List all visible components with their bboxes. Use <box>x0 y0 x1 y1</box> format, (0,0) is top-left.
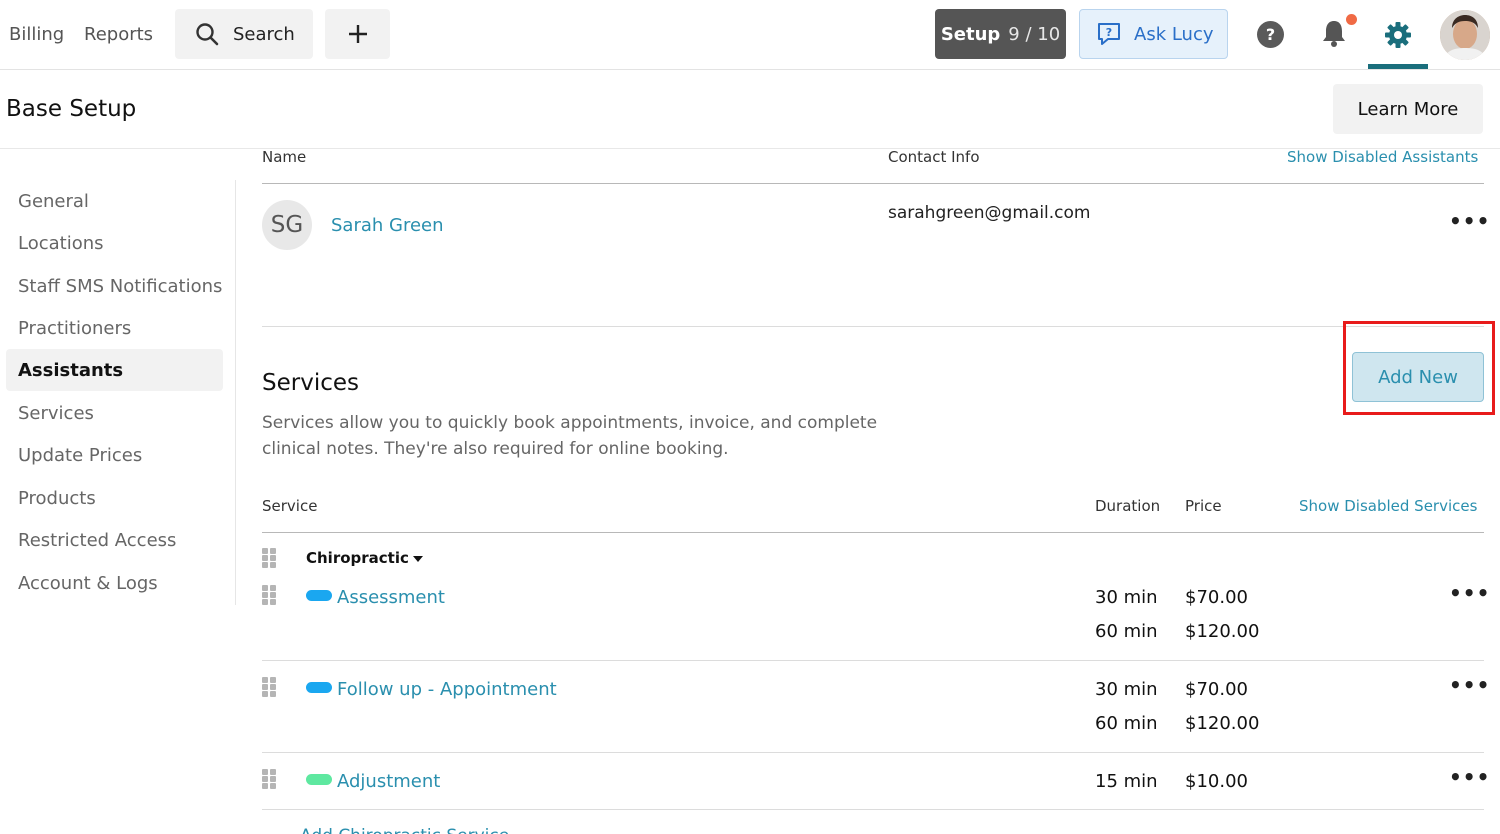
top-bar: Billing Reports Search Setup 9 / 10 ? As… <box>0 0 1500 70</box>
service-price: $120.00 <box>1185 621 1260 642</box>
service-more-icon[interactable]: ••• <box>1449 581 1490 605</box>
assistants-col-contact: Contact Info <box>888 148 980 166</box>
learn-more-button[interactable]: Learn More <box>1333 84 1483 134</box>
service-color-pill <box>306 774 332 785</box>
drag-handle-icon[interactable] <box>262 769 278 789</box>
assistant-initials-avatar: SG <box>262 200 312 250</box>
category-label: Chiropractic <box>306 549 409 567</box>
service-price: $10.00 <box>1185 771 1248 792</box>
search-label: Search <box>233 23 295 45</box>
services-col-price: Price <box>1185 497 1222 515</box>
help-glyph: ? <box>1265 25 1276 44</box>
gear-icon <box>1385 22 1411 48</box>
service-color-pill <box>306 682 332 693</box>
add-new-service-button[interactable]: Add New <box>1352 352 1484 402</box>
add-category-service-link[interactable]: Add Chiropractic Service <box>300 826 509 834</box>
assistants-header-rule <box>262 183 1484 184</box>
plus-icon <box>348 25 367 43</box>
avatar[interactable] <box>1440 10 1490 60</box>
sidebar-item-products[interactable]: Products <box>6 477 223 519</box>
help-icon[interactable]: ? <box>1257 21 1284 48</box>
search-button[interactable]: Search <box>175 9 313 59</box>
services-title: Services <box>262 370 359 396</box>
row-divider <box>262 660 1484 661</box>
category-dropdown[interactable]: Chiropractic <box>306 549 423 567</box>
chat-question-icon: ? <box>1098 23 1120 45</box>
nav-reports[interactable]: Reports <box>84 24 153 45</box>
service-duration: 60 min <box>1095 621 1158 642</box>
sidebar-item-assistants[interactable]: Assistants <box>6 349 223 391</box>
services-description: Services allow you to quickly book appoi… <box>262 413 878 459</box>
svg-text:?: ? <box>1106 26 1112 39</box>
row-divider <box>262 809 1484 810</box>
setup-progress: 9 / 10 <box>1008 23 1061 45</box>
service-color-pill <box>306 590 332 601</box>
header-divider <box>0 148 1500 149</box>
assistants-col-name: Name <box>262 148 307 166</box>
assistant-name-link[interactable]: Sarah Green <box>331 215 444 236</box>
settings-active-indicator <box>1368 64 1428 69</box>
show-disabled-services-link[interactable]: Show Disabled Services <box>1299 497 1477 515</box>
service-price: $70.00 <box>1185 679 1248 700</box>
drag-handle-icon[interactable] <box>262 585 278 605</box>
assistants-bottom-rule <box>262 326 1484 327</box>
notification-dot <box>1346 14 1357 25</box>
sidebar-item-update-prices[interactable]: Update Prices <box>6 434 223 476</box>
caret-down-icon <box>412 555 423 562</box>
sidebar-item-practitioners[interactable]: Practitioners <box>6 307 223 349</box>
drag-handle-icon[interactable] <box>262 548 278 568</box>
sidebar-item-restricted-access[interactable]: Restricted Access <box>6 519 223 561</box>
assistant-email: sarahgreen@gmail.com <box>888 203 1091 223</box>
service-duration: 30 min <box>1095 587 1158 608</box>
drag-handle-icon[interactable] <box>262 677 278 697</box>
service-more-icon[interactable]: ••• <box>1449 673 1490 697</box>
sidebar-item-general[interactable]: General <box>6 180 223 222</box>
service-duration: 60 min <box>1095 713 1158 734</box>
assistant-more-icon[interactable]: ••• <box>1449 209 1490 233</box>
user-photo-icon <box>1440 10 1490 60</box>
page-title: Base Setup <box>6 96 137 122</box>
row-divider <box>262 752 1484 753</box>
service-duration: 30 min <box>1095 679 1158 700</box>
service-name-link[interactable]: Adjustment <box>337 771 440 792</box>
bell-icon[interactable] <box>1320 18 1348 48</box>
service-name-link[interactable]: Assessment <box>337 587 445 608</box>
sidebar-item-account-logs[interactable]: Account & Logs <box>6 562 223 604</box>
create-button[interactable] <box>325 9 390 59</box>
settings-button[interactable] <box>1368 0 1428 70</box>
service-duration: 15 min <box>1095 771 1158 792</box>
sidebar-item-locations[interactable]: Locations <box>6 222 223 264</box>
services-header-rule <box>262 532 1484 533</box>
ask-lucy-label: Ask Lucy <box>1134 23 1214 45</box>
search-icon <box>196 23 219 46</box>
service-price: $120.00 <box>1185 713 1260 734</box>
service-name-link[interactable]: Follow up - Appointment <box>337 679 557 700</box>
service-price: $70.00 <box>1185 587 1248 608</box>
settings-sidebar: General Locations Staff SMS Notification… <box>0 180 236 605</box>
ask-lucy-button[interactable]: ? Ask Lucy <box>1079 9 1228 59</box>
show-disabled-assistants-link[interactable]: Show Disabled Assistants <box>1287 148 1478 166</box>
sidebar-item-staff-sms[interactable]: Staff SMS Notifications <box>6 265 223 307</box>
services-col-service: Service <box>262 497 318 515</box>
sidebar-item-services[interactable]: Services <box>6 392 223 434</box>
nav-billing[interactable]: Billing <box>9 24 64 45</box>
setup-progress-button[interactable]: Setup 9 / 10 <box>935 9 1066 59</box>
service-more-icon[interactable]: ••• <box>1449 765 1490 789</box>
setup-label: Setup <box>940 23 1001 45</box>
services-col-duration: Duration <box>1095 497 1161 515</box>
